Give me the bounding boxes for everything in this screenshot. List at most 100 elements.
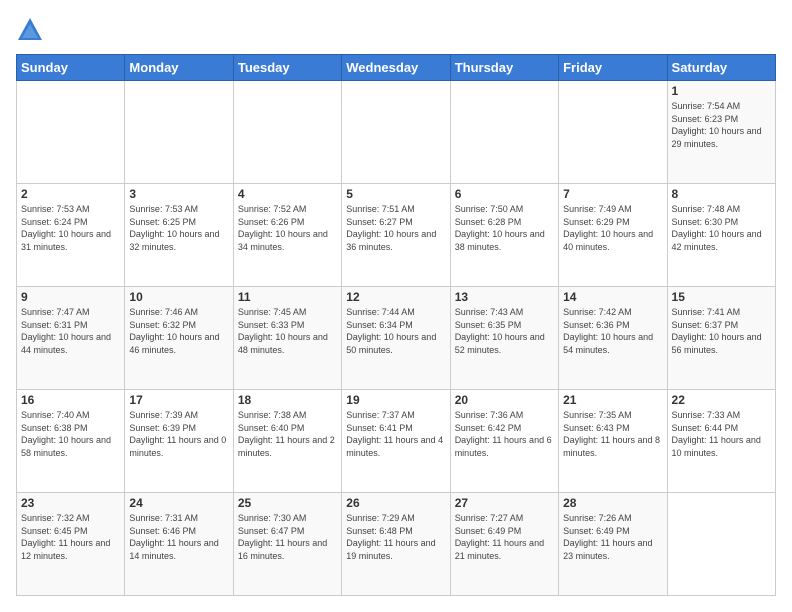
day-info: Sunrise: 7:26 AM Sunset: 6:49 PM Dayligh… — [563, 512, 662, 562]
day-cell: 15 Sunrise: 7:41 AM Sunset: 6:37 PM Dayli… — [667, 287, 775, 390]
day-number: 23 — [21, 496, 120, 510]
day-number: 6 — [455, 187, 554, 201]
day-cell: 18 Sunrise: 7:38 AM Sunset: 6:40 PM Dayli… — [233, 390, 341, 493]
day-cell: 1 Sunrise: 7:54 AM Sunset: 6:23 PM Daylig… — [667, 81, 775, 184]
day-number: 21 — [563, 393, 662, 407]
day-cell: 8 Sunrise: 7:48 AM Sunset: 6:30 PM Daylig… — [667, 184, 775, 287]
day-info: Sunrise: 7:45 AM Sunset: 6:33 PM Dayligh… — [238, 306, 337, 356]
weekday-header-saturday: Saturday — [667, 55, 775, 81]
day-cell: 10 Sunrise: 7:46 AM Sunset: 6:32 PM Dayli… — [125, 287, 233, 390]
day-cell: 9 Sunrise: 7:47 AM Sunset: 6:31 PM Daylig… — [17, 287, 125, 390]
page: SundayMondayTuesdayWednesdayThursdayFrid… — [0, 0, 792, 612]
day-number: 15 — [672, 290, 771, 304]
day-info: Sunrise: 7:32 AM Sunset: 6:45 PM Dayligh… — [21, 512, 120, 562]
day-number: 25 — [238, 496, 337, 510]
day-info: Sunrise: 7:40 AM Sunset: 6:38 PM Dayligh… — [21, 409, 120, 459]
day-number: 1 — [672, 84, 771, 98]
day-info: Sunrise: 7:31 AM Sunset: 6:46 PM Dayligh… — [129, 512, 228, 562]
day-info: Sunrise: 7:47 AM Sunset: 6:31 PM Dayligh… — [21, 306, 120, 356]
day-cell: 28Sunrise: 7:26 AM Sunset: 6:49 PM Dayli… — [559, 493, 667, 596]
day-number: 24 — [129, 496, 228, 510]
day-number: 10 — [129, 290, 228, 304]
week-row-1: 1 Sunrise: 7:54 AM Sunset: 6:23 PM Daylig… — [17, 81, 776, 184]
day-info: Sunrise: 7:49 AM Sunset: 6:29 PM Dayligh… — [563, 203, 662, 253]
day-number: 12 — [346, 290, 445, 304]
day-info: Sunrise: 7:54 AM Sunset: 6:23 PM Dayligh… — [672, 100, 771, 150]
header — [16, 16, 776, 44]
calendar-table: SundayMondayTuesdayWednesdayThursdayFrid… — [16, 54, 776, 596]
day-info: Sunrise: 7:38 AM Sunset: 6:40 PM Dayligh… — [238, 409, 337, 459]
day-info: Sunrise: 7:30 AM Sunset: 6:47 PM Dayligh… — [238, 512, 337, 562]
day-number: 7 — [563, 187, 662, 201]
day-cell: 19 Sunrise: 7:37 AM Sunset: 6:41 PM Dayli… — [342, 390, 450, 493]
day-number: 20 — [455, 393, 554, 407]
day-info: Sunrise: 7:33 AM Sunset: 6:44 PM Dayligh… — [672, 409, 771, 459]
weekday-header-tuesday: Tuesday — [233, 55, 341, 81]
day-number: 2 — [21, 187, 120, 201]
logo-icon — [16, 16, 44, 44]
day-cell: 3 Sunrise: 7:53 AM Sunset: 6:25 PM Daylig… — [125, 184, 233, 287]
day-cell: 7 Sunrise: 7:49 AM Sunset: 6:29 PM Daylig… — [559, 184, 667, 287]
day-cell: 24 Sunrise: 7:31 AM Sunset: 6:46 PM Dayli… — [125, 493, 233, 596]
day-cell — [17, 81, 125, 184]
day-number: 19 — [346, 393, 445, 407]
day-info: Sunrise: 7:52 AM Sunset: 6:26 PM Dayligh… — [238, 203, 337, 253]
weekday-header-thursday: Thursday — [450, 55, 558, 81]
day-number: 11 — [238, 290, 337, 304]
day-info: Sunrise: 7:50 AM Sunset: 6:28 PM Dayligh… — [455, 203, 554, 253]
day-cell: 13 Sunrise: 7:43 AM Sunset: 6:35 PM Dayli… — [450, 287, 558, 390]
day-number: 3 — [129, 187, 228, 201]
day-number: 4 — [238, 187, 337, 201]
day-info: Sunrise: 7:46 AM Sunset: 6:32 PM Dayligh… — [129, 306, 228, 356]
day-info: Sunrise: 7:36 AM Sunset: 6:42 PM Dayligh… — [455, 409, 554, 459]
day-cell: 26 Sunrise: 7:29 AM Sunset: 6:48 PM Dayli… — [342, 493, 450, 596]
logo — [16, 16, 46, 44]
day-cell: 4 Sunrise: 7:52 AM Sunset: 6:26 PM Daylig… — [233, 184, 341, 287]
day-cell — [342, 81, 450, 184]
day-cell — [125, 81, 233, 184]
day-number: 17 — [129, 393, 228, 407]
day-cell: 5 Sunrise: 7:51 AM Sunset: 6:27 PM Daylig… — [342, 184, 450, 287]
day-number: 8 — [672, 187, 771, 201]
day-info: Sunrise: 7:51 AM Sunset: 6:27 PM Dayligh… — [346, 203, 445, 253]
day-info: Sunrise: 7:37 AM Sunset: 6:41 PM Dayligh… — [346, 409, 445, 459]
day-number: 14 — [563, 290, 662, 304]
day-cell: 12 Sunrise: 7:44 AM Sunset: 6:34 PM Dayli… — [342, 287, 450, 390]
day-cell — [450, 81, 558, 184]
weekday-header-friday: Friday — [559, 55, 667, 81]
day-cell: 16 Sunrise: 7:40 AM Sunset: 6:38 PM Dayli… — [17, 390, 125, 493]
day-cell — [233, 81, 341, 184]
day-cell: 25 Sunrise: 7:30 AM Sunset: 6:47 PM Dayli… — [233, 493, 341, 596]
weekday-header-sunday: Sunday — [17, 55, 125, 81]
day-cell: 23 Sunrise: 7:32 AM Sunset: 6:45 PM Dayli… — [17, 493, 125, 596]
day-cell: 11 Sunrise: 7:45 AM Sunset: 6:33 PM Dayli… — [233, 287, 341, 390]
day-cell: 17 Sunrise: 7:39 AM Sunset: 6:39 PM Dayli… — [125, 390, 233, 493]
day-cell: 20 Sunrise: 7:36 AM Sunset: 6:42 PM Dayli… — [450, 390, 558, 493]
day-number: 16 — [21, 393, 120, 407]
day-info: Sunrise: 7:27 AM Sunset: 6:49 PM Dayligh… — [455, 512, 554, 562]
day-info: Sunrise: 7:35 AM Sunset: 6:43 PM Dayligh… — [563, 409, 662, 459]
day-info: Sunrise: 7:48 AM Sunset: 6:30 PM Dayligh… — [672, 203, 771, 253]
day-info: Sunrise: 7:41 AM Sunset: 6:37 PM Dayligh… — [672, 306, 771, 356]
day-number: 5 — [346, 187, 445, 201]
day-info: Sunrise: 7:29 AM Sunset: 6:48 PM Dayligh… — [346, 512, 445, 562]
day-info: Sunrise: 7:39 AM Sunset: 6:39 PM Dayligh… — [129, 409, 228, 459]
weekday-header-row: SundayMondayTuesdayWednesdayThursdayFrid… — [17, 55, 776, 81]
day-info: Sunrise: 7:53 AM Sunset: 6:25 PM Dayligh… — [129, 203, 228, 253]
day-number: 18 — [238, 393, 337, 407]
day-cell: 6 Sunrise: 7:50 AM Sunset: 6:28 PM Daylig… — [450, 184, 558, 287]
day-cell — [559, 81, 667, 184]
day-number: 13 — [455, 290, 554, 304]
day-info: Sunrise: 7:44 AM Sunset: 6:34 PM Dayligh… — [346, 306, 445, 356]
weekday-header-monday: Monday — [125, 55, 233, 81]
day-number: 9 — [21, 290, 120, 304]
day-info: Sunrise: 7:53 AM Sunset: 6:24 PM Dayligh… — [21, 203, 120, 253]
day-cell: 27 Sunrise: 7:27 AM Sunset: 6:49 PM Dayli… — [450, 493, 558, 596]
day-cell: 14Sunrise: 7:42 AM Sunset: 6:36 PM Dayli… — [559, 287, 667, 390]
day-number: 27 — [455, 496, 554, 510]
day-number: 26 — [346, 496, 445, 510]
day-info: Sunrise: 7:43 AM Sunset: 6:35 PM Dayligh… — [455, 306, 554, 356]
week-row-2: 2 Sunrise: 7:53 AM Sunset: 6:24 PM Daylig… — [17, 184, 776, 287]
day-cell: 2 Sunrise: 7:53 AM Sunset: 6:24 PM Daylig… — [17, 184, 125, 287]
week-row-4: 16 Sunrise: 7:40 AM Sunset: 6:38 PM Dayli… — [17, 390, 776, 493]
